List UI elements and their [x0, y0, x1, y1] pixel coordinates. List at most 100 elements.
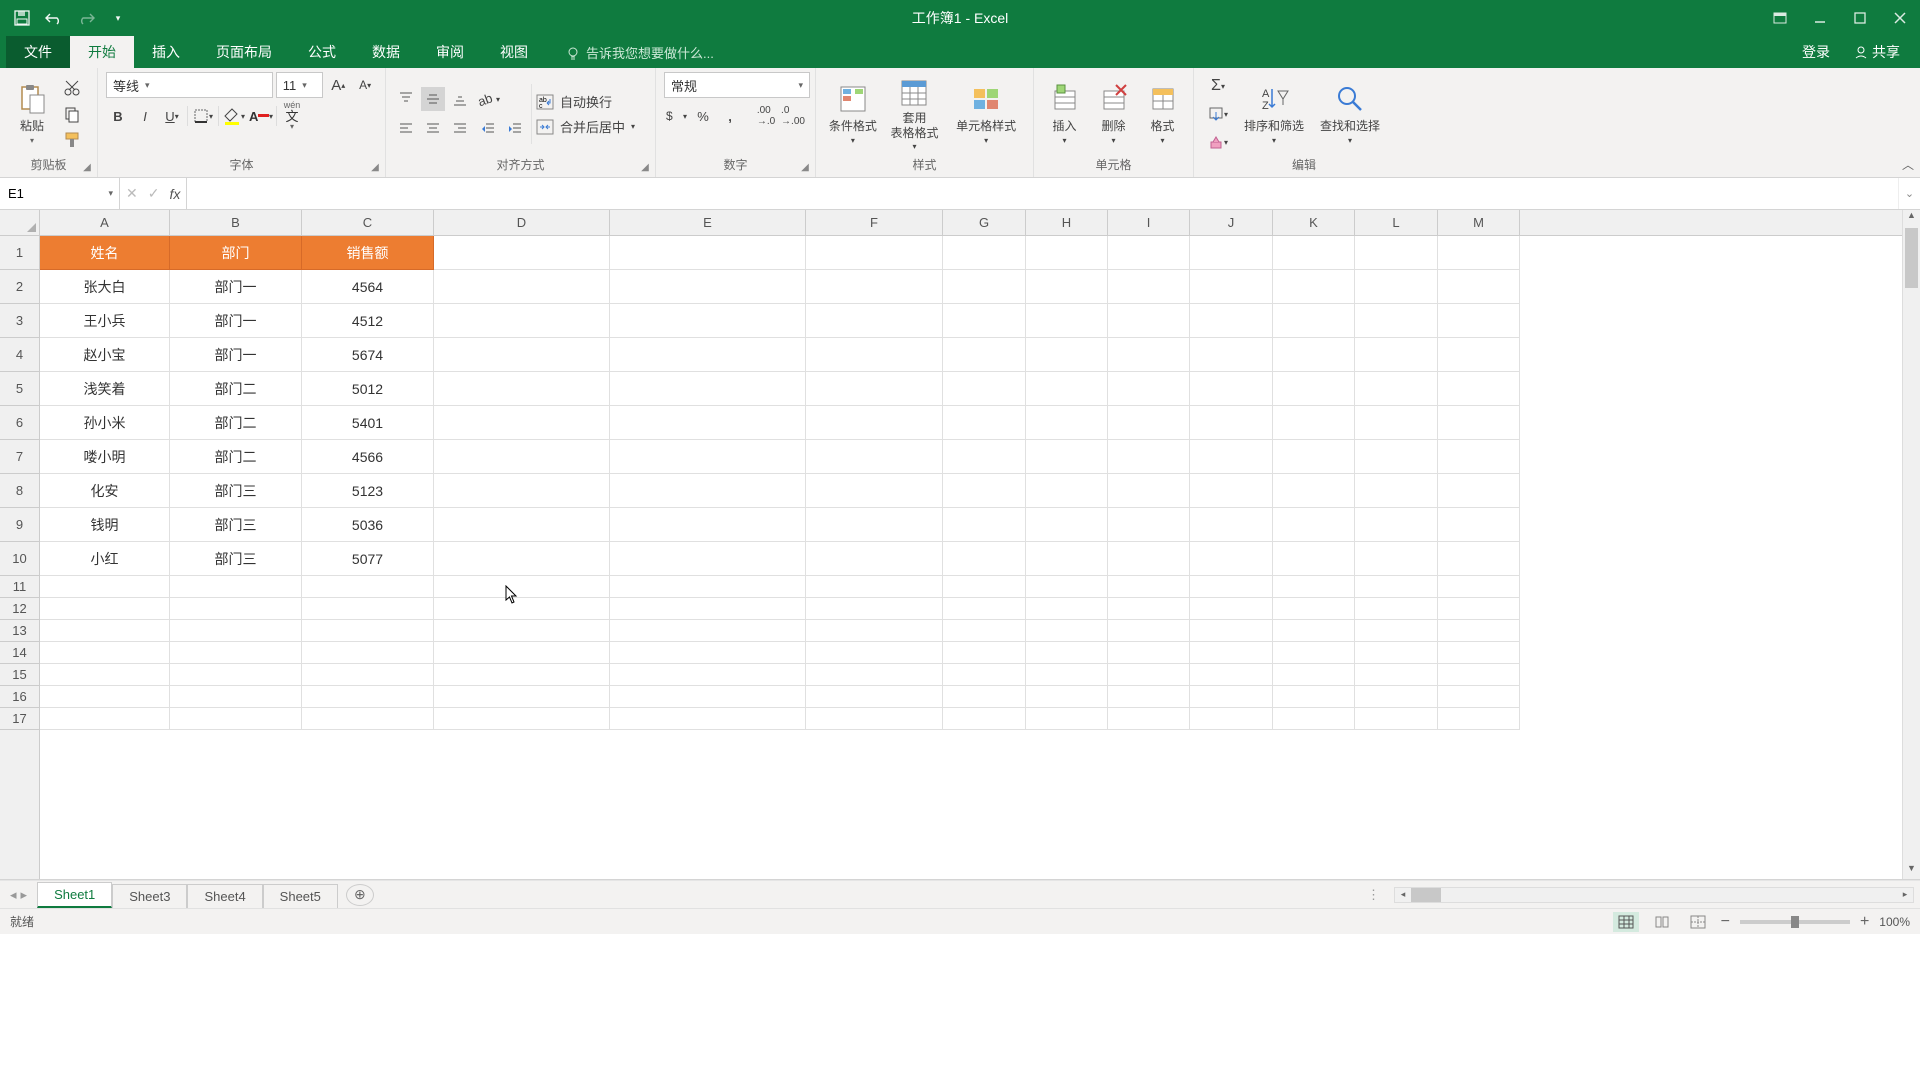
cell[interactable]: [1108, 598, 1190, 620]
cell[interactable]: [1355, 440, 1438, 474]
redo-button[interactable]: [72, 5, 100, 31]
col-header-M[interactable]: M: [1438, 210, 1520, 235]
cell[interactable]: 喽小明: [40, 440, 170, 474]
cell[interactable]: [806, 304, 943, 338]
cell[interactable]: [806, 338, 943, 372]
cell[interactable]: [1273, 372, 1355, 406]
cell[interactable]: 张大白: [40, 270, 170, 304]
cell[interactable]: [1190, 576, 1273, 598]
sheet-tab-active[interactable]: Sheet1: [37, 882, 112, 908]
cell[interactable]: [1190, 664, 1273, 686]
cell[interactable]: [1026, 542, 1108, 576]
col-header-I[interactable]: I: [1108, 210, 1190, 235]
cell[interactable]: [806, 542, 943, 576]
cell[interactable]: [1273, 598, 1355, 620]
decrease-decimal-button[interactable]: .0→.00: [781, 104, 805, 128]
zoom-slider[interactable]: [1740, 920, 1850, 924]
cell[interactable]: [1273, 708, 1355, 730]
cell[interactable]: [806, 708, 943, 730]
cell[interactable]: [1026, 406, 1108, 440]
cell[interactable]: [434, 620, 610, 642]
cell[interactable]: [434, 372, 610, 406]
normal-view-button[interactable]: [1613, 912, 1639, 932]
cell[interactable]: 5401: [302, 406, 434, 440]
login-button[interactable]: 登录: [1792, 36, 1840, 68]
number-format-combo[interactable]: 常规▾: [664, 72, 810, 98]
cell[interactable]: [943, 576, 1026, 598]
autosum-button[interactable]: Σ▾: [1202, 74, 1234, 98]
cell[interactable]: [302, 686, 434, 708]
wrap-text-button[interactable]: abc 自动换行: [536, 92, 635, 111]
cell[interactable]: [1108, 576, 1190, 598]
row-header-8[interactable]: 8: [0, 474, 39, 508]
cell[interactable]: [170, 576, 302, 598]
undo-button[interactable]: [40, 5, 68, 31]
find-select-button[interactable]: 查找和选择▾: [1314, 83, 1386, 145]
cell[interactable]: [1273, 236, 1355, 270]
cell[interactable]: 部门三: [170, 508, 302, 542]
cell[interactable]: 部门三: [170, 542, 302, 576]
cell[interactable]: [1190, 270, 1273, 304]
cell[interactable]: [1438, 270, 1520, 304]
cell[interactable]: 4512: [302, 304, 434, 338]
cell[interactable]: [943, 542, 1026, 576]
zoom-level[interactable]: 100%: [1879, 915, 1910, 929]
expand-formula-bar[interactable]: ⌄: [1898, 178, 1920, 209]
cell[interactable]: [170, 708, 302, 730]
row-header-1[interactable]: 1: [0, 236, 39, 270]
cell[interactable]: [1108, 304, 1190, 338]
cell[interactable]: [40, 576, 170, 598]
cell[interactable]: 5077: [302, 542, 434, 576]
zoom-in-button[interactable]: +: [1860, 913, 1869, 931]
cell[interactable]: [40, 664, 170, 686]
cell[interactable]: [40, 708, 170, 730]
cell[interactable]: 销售额: [302, 236, 434, 270]
share-button[interactable]: 共享: [1844, 36, 1910, 68]
number-launcher[interactable]: ◢: [798, 160, 812, 174]
cell[interactable]: 浅笑着: [40, 372, 170, 406]
col-header-G[interactable]: G: [943, 210, 1026, 235]
cell[interactable]: [1355, 406, 1438, 440]
tell-me-search[interactable]: 告诉我您想要做什么...: [556, 37, 724, 68]
cell[interactable]: [943, 372, 1026, 406]
cell[interactable]: [1438, 664, 1520, 686]
align-launcher[interactable]: ◢: [638, 160, 652, 174]
ribbon-options-button[interactable]: [1760, 0, 1800, 36]
cell[interactable]: [40, 620, 170, 642]
cell[interactable]: [806, 508, 943, 542]
decrease-indent-button[interactable]: [476, 117, 500, 141]
cell[interactable]: [434, 270, 610, 304]
tab-insert[interactable]: 插入: [134, 36, 198, 68]
cell[interactable]: [1026, 338, 1108, 372]
row-header-6[interactable]: 6: [0, 406, 39, 440]
cell[interactable]: [1355, 236, 1438, 270]
fill-color-button[interactable]: ▾: [222, 104, 246, 128]
cell[interactable]: [1026, 508, 1108, 542]
cell[interactable]: [1355, 304, 1438, 338]
cell[interactable]: [1273, 440, 1355, 474]
cell[interactable]: [434, 304, 610, 338]
cell[interactable]: 部门二: [170, 406, 302, 440]
cell[interactable]: [610, 338, 806, 372]
page-layout-view-button[interactable]: [1649, 912, 1675, 932]
row-header-5[interactable]: 5: [0, 372, 39, 406]
cell[interactable]: [943, 338, 1026, 372]
cell[interactable]: [1026, 598, 1108, 620]
cell[interactable]: [434, 440, 610, 474]
paste-button[interactable]: 粘贴 ▾: [8, 83, 56, 145]
cell[interactable]: 部门二: [170, 440, 302, 474]
cell[interactable]: [1438, 338, 1520, 372]
cell[interactable]: [1108, 372, 1190, 406]
cell[interactable]: [434, 508, 610, 542]
cell[interactable]: [1355, 338, 1438, 372]
row-header-11[interactable]: 11: [0, 576, 39, 598]
cell[interactable]: [1355, 686, 1438, 708]
align-left-button[interactable]: [394, 117, 418, 141]
cell[interactable]: 4564: [302, 270, 434, 304]
cut-button[interactable]: [60, 76, 84, 100]
select-all-button[interactable]: [0, 210, 40, 236]
cell[interactable]: [1026, 686, 1108, 708]
cell[interactable]: [1438, 372, 1520, 406]
cell[interactable]: [806, 372, 943, 406]
cell[interactable]: [1438, 708, 1520, 730]
